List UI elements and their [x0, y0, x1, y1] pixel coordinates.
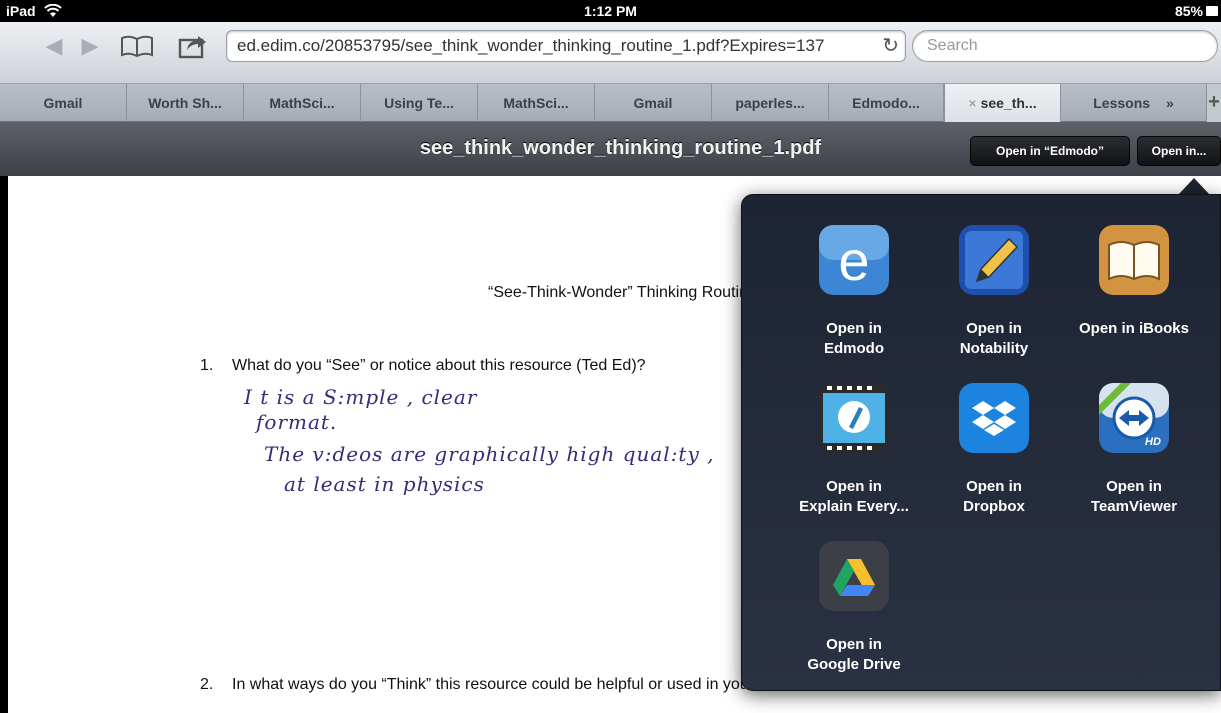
handwritten-line: at least in physics — [284, 472, 485, 496]
open-in-dropbox[interactable]: Open in Dropbox — [924, 383, 1064, 523]
status-bar: iPad 1:12 PM 85% — [0, 0, 1221, 22]
open-in-notability[interactable]: Open in Notability — [924, 225, 1064, 365]
overflow-icon[interactable]: » — [1166, 95, 1174, 111]
clock: 1:12 PM — [584, 3, 637, 19]
url-text: ed.edim.co/20853795/see_think_wonder_thi… — [237, 36, 825, 55]
battery-percent: 85% — [1174, 3, 1203, 19]
open-in-edmodo[interactable]: e Open in Edmodo — [784, 225, 924, 365]
tab-worth[interactable]: Worth Sh... — [127, 84, 244, 122]
new-tab-button[interactable]: + — [1207, 84, 1221, 122]
tab-paperless[interactable]: paperles... — [712, 84, 829, 122]
document-heading: “See-Think-Wonder” Thinking Routine — [488, 284, 757, 301]
browser-toolbar: ◀ ▶ ed.edim.co/20853795/see_think_wonder… — [0, 22, 1221, 84]
tab-mathsci-2[interactable]: MathSci... — [478, 84, 595, 122]
open-in-edmodo-button[interactable]: Open in “Edmodo” — [970, 136, 1130, 166]
open-in-google-drive[interactable]: Open in Google Drive — [784, 541, 924, 681]
search-input[interactable]: Search — [912, 30, 1218, 62]
reload-icon[interactable]: ↻ — [882, 33, 899, 58]
question-number: 2. — [200, 676, 214, 693]
handwritten-line: The v:deos are graphically high qual:ty … — [264, 442, 715, 466]
pdf-header: see_think_wonder_thinking_routine_1.pdf … — [0, 122, 1221, 176]
open-in-teamviewer[interactable]: HD Open in TeamViewer — [1064, 383, 1204, 523]
tab-bar: Gmail Worth Sh... MathSci... Using Te...… — [0, 84, 1221, 122]
back-icon[interactable]: ◀ — [40, 32, 68, 60]
bookmarks-icon[interactable] — [120, 34, 154, 58]
google-drive-icon — [819, 541, 889, 611]
tab-see-think[interactable]: × see_th... — [944, 84, 1061, 122]
dropbox-icon — [959, 383, 1029, 453]
handwritten-line: I t is a S:mple , clear — [244, 385, 478, 409]
address-bar[interactable]: ed.edim.co/20853795/see_think_wonder_thi… — [226, 30, 906, 62]
search-placeholder: Search — [927, 37, 978, 54]
tab-mathsci[interactable]: MathSci... — [244, 84, 361, 122]
ibooks-icon — [1099, 225, 1169, 295]
handwritten-line: format. — [256, 410, 338, 434]
explain-everything-icon — [819, 383, 889, 453]
tab-lessons[interactable]: Lessons » — [1061, 84, 1207, 122]
share-icon[interactable] — [178, 32, 208, 60]
notability-icon — [959, 225, 1029, 295]
tab-gmail-2[interactable]: Gmail — [595, 84, 712, 122]
popover-arrow — [1178, 178, 1210, 195]
forward-icon[interactable]: ▶ — [76, 32, 104, 60]
edmodo-icon: e — [819, 225, 889, 295]
question-number: 1. — [200, 357, 214, 374]
teamviewer-icon: HD — [1099, 383, 1169, 453]
question-1: What do you “See” or notice about this r… — [232, 357, 646, 374]
battery-icon — [1206, 6, 1218, 16]
svg-text:HD: HD — [1145, 436, 1161, 448]
open-in-menu: e Open in Edmodo Open in Notability Open… — [741, 194, 1221, 691]
open-in-button[interactable]: Open in... — [1137, 136, 1221, 166]
open-in-explain-everything[interactable]: Open in Explain Every... — [784, 383, 924, 523]
svg-text:e: e — [838, 229, 869, 292]
close-icon[interactable]: × — [968, 95, 976, 111]
tab-gmail[interactable]: Gmail — [0, 84, 127, 122]
open-in-ibooks[interactable]: Open in iBooks — [1064, 225, 1204, 365]
tab-using[interactable]: Using Te... — [361, 84, 478, 122]
tab-edmodo[interactable]: Edmodo... — [829, 84, 944, 122]
